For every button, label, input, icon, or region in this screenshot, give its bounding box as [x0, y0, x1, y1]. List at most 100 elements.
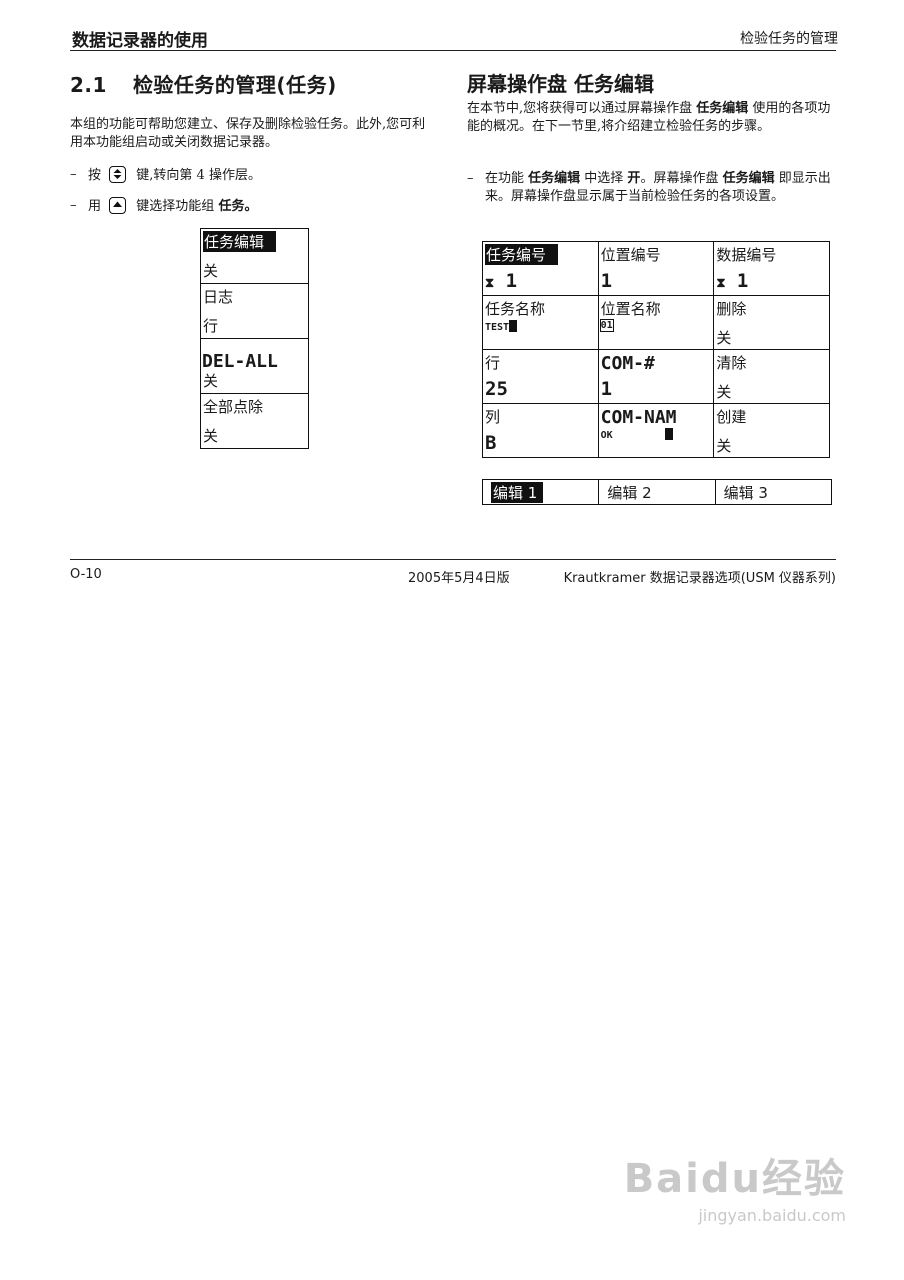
selector-icon: ⧗ [485, 276, 495, 291]
cell-location-name[interactable]: 位置名称 01 [597, 295, 715, 350]
doc-name: 数据记录器选项(USM 仪器系列) [649, 571, 836, 586]
right-bullet-part: 。屏幕操作盘 [640, 171, 723, 186]
grid-row: 列 B COM-NAM OK 创建 关 [482, 403, 830, 458]
cell-value-text: OK [600, 430, 613, 441]
tab-edit-1[interactable]: 编辑 1 [483, 480, 598, 504]
cell-label: 任务编号 [485, 244, 559, 265]
cell-value-text: 01 [599, 319, 614, 332]
cell-clear[interactable]: 清除 关 [713, 349, 830, 404]
cell-value: TEST [485, 320, 518, 333]
cell-job-number[interactable]: 任务编号 ⧗ 1 [482, 241, 599, 296]
bullet-1-post: 键,转向第 4 操作层。 [136, 168, 261, 183]
cell-label: 删除 [716, 300, 747, 318]
cell-value: 01 [599, 319, 614, 332]
cell-label: COM-# [600, 353, 655, 374]
cell-label: 行 [485, 354, 501, 372]
text-cursor-icon [509, 320, 518, 332]
selector-icon: ⧗ [716, 276, 726, 291]
cell-value: 关 [716, 383, 732, 401]
bullet-2-pre: 用 [88, 199, 102, 214]
cell-value: 1 [600, 378, 613, 400]
tab-edit-2[interactable]: 编辑 2 [598, 480, 714, 504]
cell-com-number[interactable]: COM-# 1 [597, 349, 715, 404]
function-menu-panel: 任务编辑 关 日志 行 DEL-ALL 关 全部点除 关 [200, 228, 309, 449]
menu-item-del-all[interactable]: DEL-ALL 关 [201, 339, 308, 394]
running-header-section: 检验任务的管理 [740, 31, 838, 47]
section-title: 检验任务的管理(任务) [132, 73, 337, 97]
cell-value: 1 [600, 270, 613, 292]
cell-value: OK [601, 428, 673, 441]
right-intro-bold: 任务编辑 [696, 101, 749, 116]
edition-date: 2005年5月4日版 [408, 571, 510, 586]
right-bullet: – 在功能 任务编辑 中选择 开。屏幕操作盘 任务编辑 即显示出来。屏幕操作盘显… [467, 170, 833, 206]
section-number: 2.1 [70, 73, 107, 97]
edit-tab-bar: 编辑 1 编辑 2 编辑 3 [482, 479, 832, 505]
grid-row: 任务编号 ⧗ 1 位置编号 1 数据编号 ⧗ 1 [482, 241, 830, 296]
menu-item-label: DEL-ALL [202, 351, 278, 372]
cell-label: 位置名称 [600, 300, 661, 318]
up-key-icon [109, 197, 127, 214]
left-bullet-1: – 按 键,转向第 4 操作层。 [70, 166, 450, 185]
bullet-1-pre: 按 [88, 168, 102, 183]
page-number: O-10 [70, 567, 102, 582]
bullet-2-bold: 任务。 [218, 199, 258, 214]
cell-label: 任务名称 [485, 300, 546, 318]
cell-value: 关 [716, 329, 732, 347]
left-intro: 本组的功能可帮助您建立、保存及删除检验任务。此外,您可利用本功能组启动或关闭数据… [70, 117, 426, 150]
cell-label: 创建 [716, 408, 747, 426]
section-heading: 2.1 检验任务的管理(任务) [70, 69, 337, 98]
grid-row: 任务名称 TEST 位置名称 01 删除 关 [482, 295, 830, 350]
cell-create[interactable]: 创建 关 [713, 403, 830, 458]
running-header-chapter: 数据记录器的使用 [72, 31, 208, 51]
cell-label: 列 [485, 408, 501, 426]
grid-row: 行 25 COM-# 1 清除 关 [482, 349, 830, 404]
footer-rule [70, 559, 836, 560]
right-bullet-bold: 开 [627, 171, 641, 186]
cell-value: 25 [485, 378, 508, 400]
right-intro: 在本节中,您将获得可以通过屏幕操作盘 任务编辑 使用的各项功能的概况。在下一节里… [467, 100, 833, 136]
cell-value: ⧗ 1 [485, 270, 517, 292]
menu-item-delete-all-points[interactable]: 全部点除 关 [201, 394, 308, 448]
header-rule [70, 50, 836, 51]
menu-item-label: 全部点除 [203, 398, 264, 416]
cell-value: B [485, 432, 497, 454]
cell-com-name[interactable]: COM-NAM OK [597, 403, 715, 458]
right-bullet-part: 在功能 [485, 171, 529, 186]
right-bullet-bold: 任务编辑 [528, 171, 581, 186]
cell-rows[interactable]: 行 25 [482, 349, 599, 404]
tab-edit-3[interactable]: 编辑 3 [714, 480, 831, 504]
cell-column[interactable]: 列 B [482, 403, 599, 458]
bullet-2-post: 键选择功能组 [136, 199, 215, 214]
cell-label: COM-NAM [600, 407, 677, 428]
panel-heading: 屏幕操作盘 任务编辑 [467, 72, 654, 96]
bullet-dash: – [70, 167, 77, 182]
menu-item-job-edit[interactable]: 任务编辑 关 [201, 229, 308, 284]
watermark: Baidu经验 jingyan.baidu.com [624, 1146, 846, 1225]
bullet-dash: – [467, 171, 474, 186]
cell-label: 位置编号 [600, 246, 661, 264]
watermark-url: jingyan.baidu.com [698, 1206, 846, 1225]
menu-item-value: 关 [203, 262, 219, 280]
text-cursor-icon [664, 428, 673, 440]
cell-delete[interactable]: 删除 关 [713, 295, 830, 350]
cell-value-text: TEST [485, 322, 510, 333]
cell-job-name[interactable]: 任务名称 TEST [482, 295, 599, 350]
right-intro-part: 在本节中,您将获得可以通过屏幕操作盘 [467, 101, 697, 116]
up-down-key-icon [109, 166, 127, 183]
cell-data-number[interactable]: 数据编号 ⧗ 1 [713, 241, 830, 296]
cell-value-text: 1 [736, 270, 749, 292]
menu-item-value: 关 [203, 372, 219, 390]
right-bullet-bold: 任务编辑 [722, 171, 775, 186]
job-edit-panel-grid: 任务编号 ⧗ 1 位置编号 1 数据编号 ⧗ 1 任务名称 TEST 位置名称 … [482, 241, 830, 458]
bullet-dash: – [70, 198, 77, 213]
menu-item-label: 任务编辑 [203, 231, 277, 252]
cell-location-number[interactable]: 位置编号 1 [597, 241, 715, 296]
left-bullet-2: – 用 键选择功能组 任务。 [70, 197, 450, 216]
menu-item-log[interactable]: 日志 行 [201, 284, 308, 339]
cell-value-text: 1 [505, 270, 518, 292]
tab-label: 编辑 3 [723, 484, 768, 502]
cell-value: 关 [716, 437, 732, 455]
right-bullet-part: 中选择 [580, 171, 628, 186]
tab-label: 编辑 2 [607, 484, 652, 502]
watermark-logo: Baidu经验 [623, 1156, 846, 1202]
